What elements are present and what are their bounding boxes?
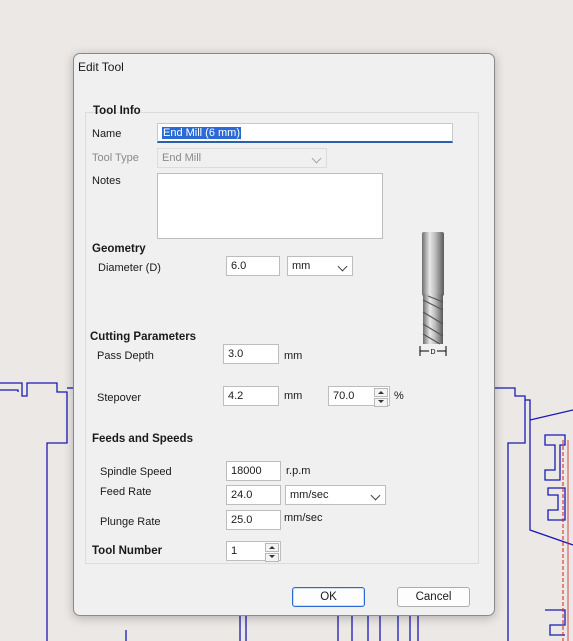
percent-symbol: % bbox=[394, 390, 404, 402]
name-input[interactable]: End Mill (6 mm) bbox=[157, 123, 453, 143]
chevron-down-icon bbox=[337, 261, 348, 272]
cutting-parameters-header: Cutting Parameters bbox=[90, 331, 197, 343]
edit-tool-dialog: Edit Tool Tool Info Name End Mill (6 mm)… bbox=[73, 53, 495, 616]
shank-shape bbox=[422, 232, 444, 296]
tool-type-value: End Mill bbox=[162, 152, 202, 164]
feeds-and-speeds-header: Feeds and Speeds bbox=[92, 433, 193, 445]
stepover-percent-input[interactable]: 70.0 bbox=[328, 386, 390, 407]
tool-type-label: Tool Type bbox=[92, 152, 139, 164]
tool-number-label: Tool Number bbox=[92, 545, 163, 557]
pass-depth-input[interactable]: 3.0 bbox=[223, 344, 279, 364]
dialog-title: Edit Tool bbox=[78, 60, 124, 74]
tool-number-value: 1 bbox=[231, 545, 238, 557]
plunge-rate-input[interactable]: 25.0 bbox=[226, 510, 281, 530]
spin-up-icon[interactable] bbox=[374, 388, 388, 397]
stepover-unit: mm bbox=[284, 390, 303, 402]
pass-depth-label: Pass Depth bbox=[97, 350, 154, 362]
stepover-input[interactable]: 4.2 bbox=[223, 386, 279, 406]
name-value: End Mill (6 mm) bbox=[162, 127, 242, 139]
tool-number-spinner[interactable] bbox=[265, 543, 279, 562]
diameter-label: Diameter (D) bbox=[98, 262, 161, 274]
feed-rate-label: Feed Rate bbox=[100, 486, 152, 498]
stepover-percent-value: 70.0 bbox=[333, 390, 355, 402]
stepover-label: Stepover bbox=[97, 392, 142, 404]
diameter-diagram-label: D bbox=[430, 349, 435, 356]
diameter-unit-select[interactable]: mm bbox=[287, 256, 353, 276]
spin-down-icon[interactable] bbox=[265, 553, 279, 562]
plunge-rate-unit: mm/sec bbox=[284, 512, 323, 524]
plunge-rate-label: Plunge Rate bbox=[100, 516, 161, 528]
spin-down-icon[interactable] bbox=[374, 398, 388, 407]
spindle-speed-label: Spindle Speed bbox=[100, 466, 172, 478]
spin-up-icon[interactable] bbox=[265, 543, 279, 552]
spindle-speed-unit: r.p.m bbox=[286, 465, 311, 477]
feed-rate-input[interactable]: 24.0 bbox=[226, 485, 281, 505]
spindle-speed-input[interactable]: 18000 bbox=[226, 461, 281, 481]
ok-button[interactable]: OK bbox=[292, 587, 365, 607]
notes-textarea[interactable] bbox=[157, 173, 383, 239]
feed-rate-unit-select[interactable]: mm/sec bbox=[285, 485, 386, 505]
feed-rate-unit-value: mm/sec bbox=[290, 489, 329, 501]
end-mill-diagram: D bbox=[419, 232, 447, 356]
geometry-header: Geometry bbox=[92, 243, 146, 255]
tool-number-input[interactable]: 1 bbox=[226, 541, 281, 562]
notes-label: Notes bbox=[92, 175, 121, 187]
stepover-percent-spinner[interactable] bbox=[374, 388, 388, 407]
name-label: Name bbox=[92, 128, 122, 140]
chevron-down-icon bbox=[311, 153, 322, 164]
tool-info-header: Tool Info bbox=[93, 105, 141, 117]
diameter-input[interactable]: 6.0 bbox=[226, 256, 280, 276]
diameter-unit-value: mm bbox=[292, 260, 311, 272]
chevron-down-icon bbox=[370, 490, 381, 501]
cancel-button[interactable]: Cancel bbox=[397, 587, 470, 607]
pass-depth-unit: mm bbox=[284, 350, 303, 362]
tool-type-select[interactable]: End Mill bbox=[157, 148, 327, 168]
